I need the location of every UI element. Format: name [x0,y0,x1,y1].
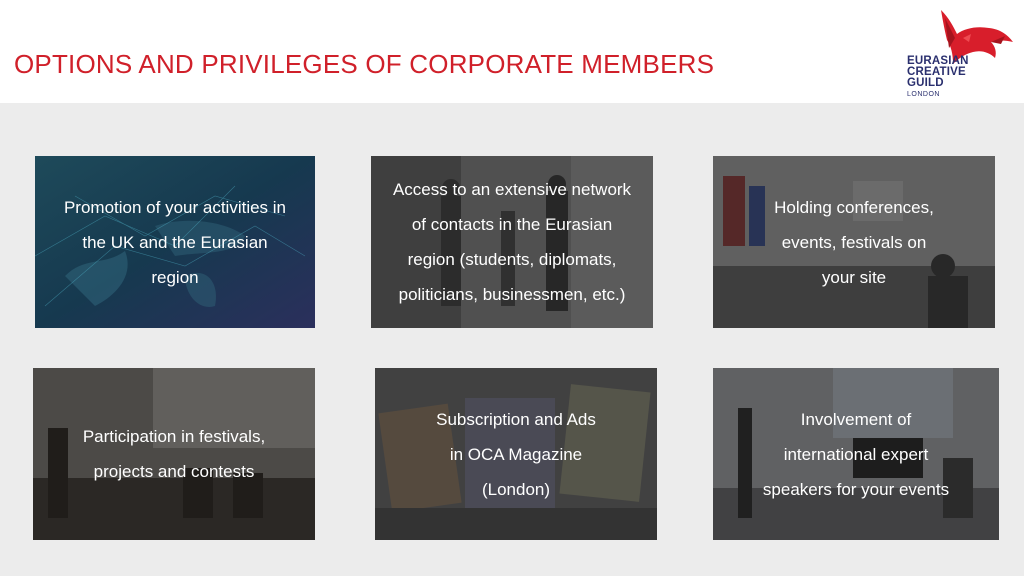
card-text: Participation in festivals, projects and… [82,427,266,481]
card-text: Involvement of international expert spea… [762,409,950,499]
card-participation: Participation in festivals, projects and… [33,368,315,540]
card-network-access: Access to an extensive network of contac… [371,156,653,328]
logo-line-4: LONDON [907,91,940,98]
logo-line-3: GUILD [907,77,944,89]
card-text: Access to an extensive network of contac… [392,180,632,304]
card-text: Promotion of your activities in the UK a… [63,197,287,287]
logo-wordmark: EURASIAN CREATIVE GUILD LONDON [907,55,969,100]
card-promotion: Promotion of your activities in the UK a… [35,156,315,328]
card-subscription: Subscription and Ads in OCA Magazine (Lo… [375,368,657,540]
card-expert-speakers: Involvement of international expert spea… [713,368,999,540]
header-bar: OPTIONS AND PRIVILEGES OF CORPORATE MEMB… [0,0,1024,103]
eurasian-creative-guild-logo: EURASIAN CREATIVE GUILD LONDON [905,8,1017,100]
page-title: OPTIONS AND PRIVILEGES OF CORPORATE MEMB… [14,49,715,80]
card-text: Holding conferences, events, festivals o… [774,197,934,287]
card-holding-conferences: Holding conferences, events, festivals o… [713,156,995,328]
card-text: Subscription and Ads in OCA Magazine (Lo… [436,409,596,499]
